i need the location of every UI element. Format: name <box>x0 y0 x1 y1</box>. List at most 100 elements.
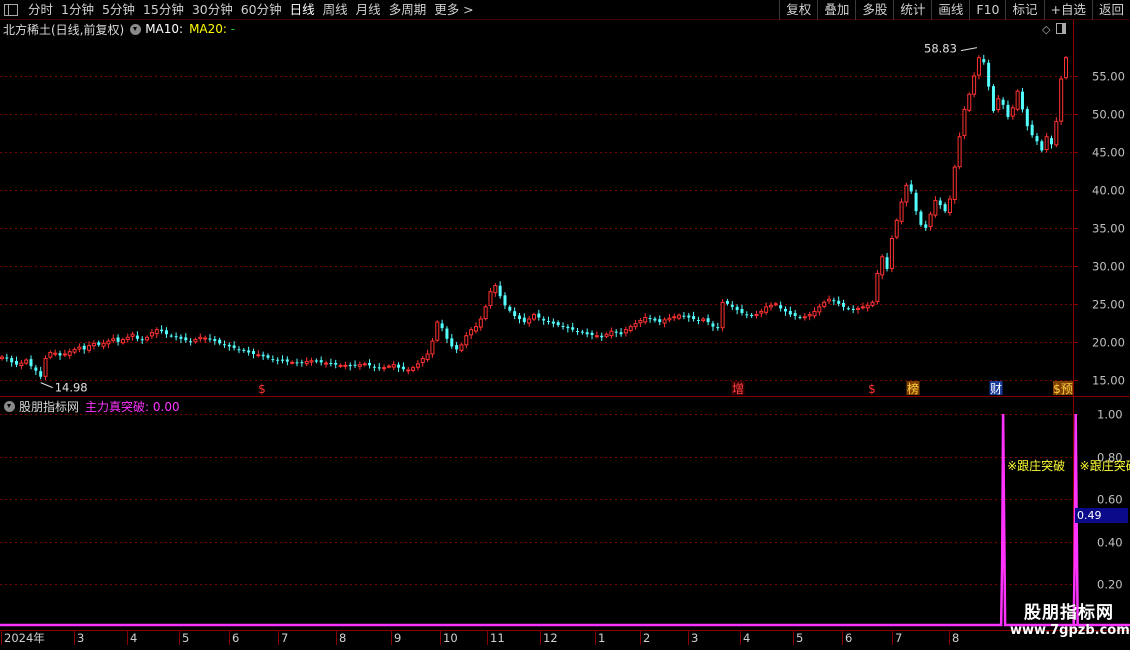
candle-body <box>812 310 817 317</box>
candle-body <box>517 315 521 320</box>
candle-body <box>271 359 275 361</box>
candle-body <box>338 364 343 367</box>
candle-body <box>290 361 295 364</box>
max-price-pointer <box>960 47 978 52</box>
event-marker: $预 <box>1053 382 1073 396</box>
price-tick-label: 50.00 <box>1092 108 1125 122</box>
candle-body <box>498 285 502 297</box>
candle-body <box>547 321 551 323</box>
candle-body <box>232 345 236 348</box>
candle-body <box>677 314 682 319</box>
candle-body <box>242 349 246 351</box>
candle-body <box>174 336 178 338</box>
indicator-dropdown-icon[interactable] <box>4 400 15 412</box>
candle-body <box>1006 104 1010 117</box>
candle-body <box>1030 124 1034 136</box>
panel-toggle-icon[interactable] <box>1056 23 1067 34</box>
candle-body <box>324 362 329 365</box>
candle-body <box>1054 121 1059 146</box>
watermark-url: www.7gpzb.com <box>1010 623 1130 638</box>
candle-body <box>768 304 773 308</box>
candle-body <box>222 344 226 346</box>
candle-body <box>773 303 778 306</box>
candle-body <box>909 184 913 192</box>
time-axis-label: 3 <box>691 631 698 645</box>
watermark-title: 股朋指标网 <box>1024 603 1114 623</box>
time-axis-label: 5 <box>796 631 803 645</box>
candle-body <box>653 318 657 321</box>
candle-body <box>594 335 599 338</box>
candle-body <box>34 367 38 371</box>
time-axis-label: 7 <box>281 631 288 645</box>
candle-body <box>120 339 125 344</box>
candle-body <box>580 331 584 333</box>
candle-body <box>802 316 807 319</box>
candle-body <box>576 331 580 333</box>
time-axis-label: 9 <box>394 631 401 645</box>
chart-canvas[interactable]: 55.00 50.00 45.00 40.00 35.00 30.00 25.00 20.00… <box>0 0 1130 650</box>
candle-body <box>203 337 208 340</box>
candle-body <box>947 198 952 214</box>
candle-body <box>972 75 977 95</box>
candle-body <box>628 326 633 332</box>
candle-body <box>125 336 130 341</box>
candle-body <box>24 359 29 364</box>
stock-title[interactable]: 北方稀土(日线,前复权) <box>0 21 124 38</box>
candle-body <box>300 362 304 364</box>
candle-body <box>227 344 231 347</box>
candle-body <box>542 318 546 321</box>
candle-body <box>532 313 536 320</box>
candle-body <box>914 192 918 212</box>
time-axis-label: 12 <box>543 631 558 645</box>
candle-body <box>720 301 725 329</box>
candle-body <box>779 305 783 309</box>
candle-body <box>991 86 995 111</box>
candle-body <box>164 330 168 335</box>
candle-body <box>924 224 928 228</box>
candle-body <box>130 333 135 337</box>
candle-body <box>609 330 614 337</box>
candle-body <box>111 338 116 342</box>
candle-body <box>435 321 440 341</box>
candle-body <box>643 317 648 323</box>
candle-body <box>77 346 82 350</box>
candle-body <box>309 360 314 363</box>
indicator-name[interactable]: 股朋指标网 <box>19 398 79 415</box>
min-price-label: 14.98 <box>55 381 88 395</box>
candle-body <box>899 201 904 222</box>
candle-body <box>493 285 498 294</box>
time-axis-label: 10 <box>443 631 458 645</box>
candle-body <box>208 338 212 340</box>
candle-body <box>527 318 532 324</box>
signal-label: ※跟庄突破 <box>1080 458 1130 473</box>
candle-body <box>334 362 338 365</box>
candle-body <box>440 323 444 329</box>
candle-body <box>682 315 686 317</box>
candle-body <box>483 306 488 320</box>
candle-body <box>706 318 710 323</box>
candle-body <box>745 314 749 316</box>
candle-body <box>860 306 865 309</box>
candle-body <box>464 335 469 346</box>
event-marker: $ <box>258 382 266 396</box>
price-tick-label: 45.00 <box>1092 146 1125 160</box>
diamond-icon[interactable]: ◇ <box>1042 23 1050 36</box>
candle-body <box>377 367 381 369</box>
candle-body <box>266 355 270 358</box>
candle-body <box>372 366 376 368</box>
time-axis-label: 8 <box>952 631 959 645</box>
candle-body <box>1020 91 1024 110</box>
time-axis-label: 7 <box>895 631 902 645</box>
candle-body <box>875 272 880 302</box>
min-price-pointer <box>40 382 53 389</box>
time-axis-label: 2024年 <box>4 631 45 645</box>
candle-body <box>401 366 405 370</box>
candle-body <box>425 353 430 360</box>
candle-body <box>658 319 662 323</box>
candle-body <box>430 340 435 355</box>
candle-body <box>904 184 909 203</box>
candle-body <box>1044 136 1049 151</box>
candle-body <box>851 308 855 310</box>
candle-body <box>256 354 261 357</box>
dropdown-circle-icon[interactable] <box>130 23 142 35</box>
